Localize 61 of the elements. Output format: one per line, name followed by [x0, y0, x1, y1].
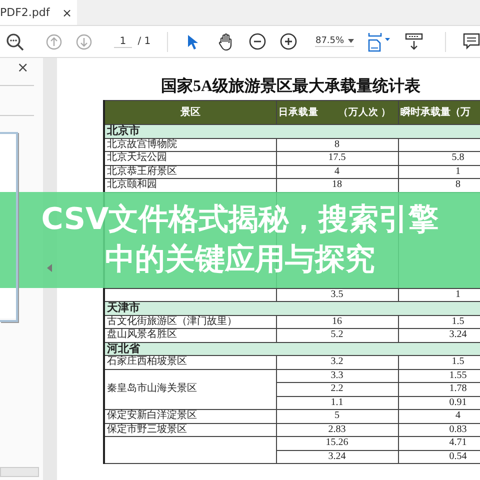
- table-cell: 北京恭王府景区: [104, 165, 276, 178]
- comment-icon[interactable]: [463, 33, 480, 50]
- table-cell: 1: [398, 165, 480, 178]
- table-cell: 保定市野三坡景区: [104, 423, 276, 436]
- table-cell: 4.71: [398, 436, 480, 450]
- table-cell: 5.8: [398, 152, 480, 165]
- table-cell: 4: [398, 410, 480, 423]
- table-cell: 石家庄西柏坡景区: [104, 356, 276, 369]
- table-cell: 北京天坛公园: [104, 152, 276, 165]
- table-cell: 0.83: [398, 423, 480, 436]
- table-cell: 2.83: [276, 423, 398, 436]
- table-cell: 5.2: [276, 328, 398, 342]
- table-cell: 8: [276, 138, 398, 152]
- document-tab[interactable]: PDF2.pdf ×: [0, 0, 77, 25]
- table-cell: 1.78: [398, 382, 480, 396]
- close-panel-button[interactable]: ×: [17, 60, 29, 76]
- table-cell: 古文化街旅游区（津门故里）: [104, 315, 276, 328]
- column-header: 瞬时承载量（万: [398, 100, 480, 124]
- table-cell: 3.24: [276, 450, 398, 464]
- horizontal-scrollbar[interactable]: [0, 467, 39, 477]
- caret-icon: [348, 39, 354, 43]
- table-cell: 16: [276, 315, 398, 328]
- table-cell: 秦皇岛市山海关景区: [104, 369, 276, 410]
- zoom-in-icon[interactable]: [280, 33, 298, 50]
- hand-icon[interactable]: [218, 32, 234, 50]
- column-header: 日承载量 （万人次 ）: [276, 100, 398, 124]
- table-cell: 1.1: [276, 396, 398, 410]
- section-heading: 河北省: [104, 342, 480, 356]
- fit-page-icon[interactable]: [367, 32, 392, 52]
- document-title: 国家5A级旅游景区最大承载量统计表: [160, 76, 422, 97]
- page-number-field[interactable]: 1: [114, 36, 132, 48]
- table-cell: 北京故宫博物院: [104, 138, 276, 152]
- table-cell: 3.24: [398, 328, 480, 342]
- section-heading: 北京市: [104, 124, 480, 138]
- table-cell: 3.3: [276, 369, 398, 382]
- collapse-arrow-icon[interactable]: [47, 264, 52, 272]
- zoom-dropdown[interactable]: 87.5%: [315, 36, 354, 47]
- table-cell: 1.55: [398, 369, 480, 382]
- page-total: / 1: [138, 36, 151, 47]
- table-cell: 0.54: [398, 450, 480, 464]
- column-header: 景区: [104, 100, 276, 124]
- table-cell: 2.2: [276, 382, 398, 396]
- close-tab-button[interactable]: ×: [62, 6, 72, 20]
- table-cell: 盘山风景名胜区: [104, 328, 276, 342]
- table-cell: 5: [276, 410, 398, 423]
- tab-title: PDF2.pdf: [0, 6, 50, 19]
- table-cell: 1.5: [398, 356, 480, 369]
- search-icon[interactable]: [6, 32, 24, 50]
- table-cell: 1.5: [398, 315, 480, 328]
- banner-title: CSV文件格式揭秘，搜索引擎: [41, 201, 439, 239]
- cursor-icon[interactable]: [187, 34, 200, 50]
- table-cell: 0.91: [398, 396, 480, 410]
- banner-title: 中的关键应用与探究: [105, 241, 375, 279]
- table-cell: 17.5: [276, 152, 398, 165]
- section-heading: 天津市: [104, 302, 480, 315]
- table-cell: 4: [276, 165, 398, 178]
- table-cell: 3.2: [276, 356, 398, 369]
- table-cell: 15.26: [276, 436, 398, 450]
- table-cell: 保定安新白洋淀景区: [104, 410, 276, 423]
- zoom-out-icon[interactable]: [249, 33, 266, 50]
- scroll-mode-icon[interactable]: [405, 32, 424, 50]
